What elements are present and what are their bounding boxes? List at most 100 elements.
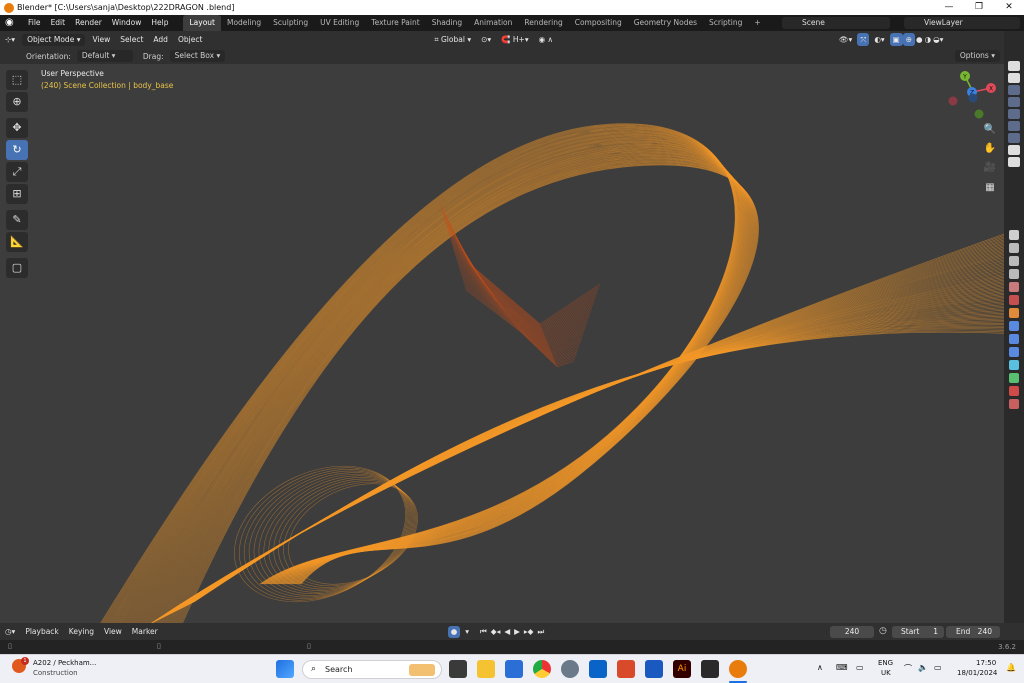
menu-file[interactable]: File	[23, 15, 46, 31]
preview-range-icon[interactable]: ◷	[879, 626, 887, 636]
render-properties-icon[interactable]	[1009, 243, 1019, 253]
menu-render[interactable]: Render	[70, 15, 107, 31]
tab-layout[interactable]: Layout	[183, 15, 221, 31]
collection-visibility-icon[interactable]	[1008, 85, 1020, 95]
orientation-dropdown[interactable]: Default ▾	[76, 50, 133, 62]
windows-start-icon[interactable]	[276, 660, 294, 678]
battery-icon[interactable]: ▭	[934, 663, 942, 672]
menu-view[interactable]: View	[87, 31, 115, 48]
clock-time[interactable]: 17:50	[976, 659, 996, 667]
tab-scripting[interactable]: Scripting	[703, 15, 748, 31]
tab-geometry-nodes[interactable]: Geometry Nodes	[628, 15, 703, 31]
wifi-icon[interactable]: ⌒	[904, 663, 912, 674]
sticky-app-icon[interactable]	[701, 660, 719, 678]
end-frame-field[interactable]: End 240	[946, 626, 1000, 638]
object-properties-icon[interactable]	[1009, 308, 1019, 318]
next-keyframe-icon[interactable]: ▸◆	[522, 623, 536, 640]
tool-properties-icon[interactable]	[1009, 230, 1019, 240]
add-workspace-button[interactable]: +	[748, 15, 766, 31]
shading-rendered-icon[interactable]: ◒▾	[932, 31, 944, 48]
shading-material-icon[interactable]: ◑	[924, 31, 933, 48]
tab-uv-editing[interactable]: UV Editing	[314, 15, 365, 31]
editor-type-icon[interactable]: ⊹▾	[0, 31, 20, 48]
menu-edit[interactable]: Edit	[46, 15, 71, 31]
taskbar-search-box[interactable]: ⌕ Search	[302, 660, 442, 679]
menu-window[interactable]: Window	[107, 15, 147, 31]
collection-visibility-icon[interactable]	[1008, 73, 1020, 83]
minimize-button[interactable]: —	[934, 0, 964, 15]
scene-selector[interactable]: Scene	[782, 17, 890, 29]
current-frame-field[interactable]: 240	[830, 626, 874, 638]
maximize-button[interactable]: ❐	[964, 0, 994, 15]
blender-menu-icon[interactable]: ◉	[5, 17, 17, 29]
tab-shading[interactable]: Shading	[426, 15, 468, 31]
collection-visibility-icon[interactable]	[1008, 121, 1020, 131]
start-frame-field[interactable]: Start 1	[892, 626, 944, 638]
collection-visibility-icon[interactable]	[1008, 157, 1020, 167]
visibility-icon[interactable]: 👁▾	[834, 31, 857, 48]
zoom-icon[interactable]: 🔍	[982, 122, 998, 138]
pivot-icon[interactable]: ⊙▾	[476, 31, 496, 48]
gizmo-neg-x-handle[interactable]	[948, 96, 958, 106]
blender-taskbar-icon[interactable]	[729, 660, 747, 678]
ortho-grid-icon[interactable]: ▦	[982, 180, 998, 196]
scale-icon[interactable]: ⤢	[6, 162, 28, 182]
select-box-icon[interactable]: ⬚	[6, 70, 28, 90]
collection-visibility-icon[interactable]	[1008, 109, 1020, 119]
physics-properties-icon[interactable]	[1009, 347, 1019, 357]
annotate-icon[interactable]: ✎	[6, 210, 28, 230]
data-properties-icon[interactable]	[1009, 373, 1019, 383]
tab-modeling[interactable]: Modeling	[221, 15, 267, 31]
menu-object[interactable]: Object	[173, 31, 207, 48]
chrome-icon[interactable]	[533, 660, 551, 678]
collection-visibility-icon[interactable]	[1008, 97, 1020, 107]
close-button[interactable]: ✕	[994, 0, 1024, 15]
collection-visibility-icon[interactable]	[1008, 133, 1020, 143]
menu-select[interactable]: Select	[115, 31, 148, 48]
world-properties-icon[interactable]	[1009, 295, 1019, 305]
xray-toggle-icon[interactable]: ▣	[889, 33, 903, 46]
collection-visibility-icon[interactable]	[1008, 61, 1020, 71]
modifier-properties-icon[interactable]	[1009, 321, 1019, 331]
snap-toggle[interactable]: 🧲 H+▾	[496, 31, 533, 48]
tab-sculpting[interactable]: Sculpting	[267, 15, 314, 31]
language-code[interactable]: ENG	[878, 659, 893, 667]
timeline-editor-icon[interactable]: ◷▾	[0, 623, 20, 640]
jump-start-icon[interactable]: ⏮	[478, 623, 489, 640]
timeline-playback-menu[interactable]: Playback	[20, 623, 63, 640]
scene-properties-icon[interactable]	[1009, 282, 1019, 292]
shading-solid-icon[interactable]: ●	[915, 31, 924, 48]
gizmo-neg-z-handle[interactable]	[968, 93, 978, 103]
menu-help[interactable]: Help	[146, 15, 173, 31]
file-explorer-icon[interactable]	[477, 660, 495, 678]
options-dropdown[interactable]: Options ▾	[954, 50, 1000, 62]
pan-hand-icon[interactable]: ✋	[982, 141, 998, 157]
transform-icon[interactable]: ⊞	[6, 184, 28, 204]
tab-animation[interactable]: Animation	[468, 15, 518, 31]
mode-dropdown[interactable]: Object Mode ▾	[22, 33, 86, 46]
keying-set-dropdown[interactable]: ▾	[460, 623, 474, 640]
add-cube-icon[interactable]: ▢	[6, 258, 28, 278]
transform-orientation-dropdown[interactable]: ⌗ Global ▾	[429, 31, 476, 48]
notification-title[interactable]: A202 / Peckham...	[33, 659, 96, 667]
settings-gear-icon[interactable]	[561, 660, 579, 678]
keyboard-icon[interactable]: ⌨	[836, 663, 848, 672]
timeline-keying-menu[interactable]: Keying	[64, 623, 99, 640]
play-icon[interactable]: ▶	[512, 623, 522, 640]
timeline-view-menu[interactable]: View	[99, 623, 127, 640]
rotate-icon[interactable]: ↻	[6, 140, 28, 160]
outlook-icon[interactable]	[589, 660, 607, 678]
cursor-icon[interactable]: ⊕	[6, 92, 28, 112]
navigation-gizmo[interactable]: Y X Z	[944, 66, 1002, 124]
3d-viewport[interactable]	[0, 64, 1004, 623]
proportional-edit-icon[interactable]: ◉ ∧	[534, 31, 558, 48]
tab-compositing[interactable]: Compositing	[569, 15, 628, 31]
constraints-properties-icon[interactable]	[1009, 360, 1019, 370]
task-view-icon[interactable]	[449, 660, 467, 678]
view-layer-properties-icon[interactable]	[1009, 269, 1019, 279]
play-reverse-icon[interactable]: ◀	[502, 623, 512, 640]
menu-add[interactable]: Add	[148, 31, 173, 48]
jump-end-icon[interactable]: ⏭	[535, 623, 546, 640]
illustrator-icon[interactable]: Ai	[673, 660, 691, 678]
particles-properties-icon[interactable]	[1009, 334, 1019, 344]
